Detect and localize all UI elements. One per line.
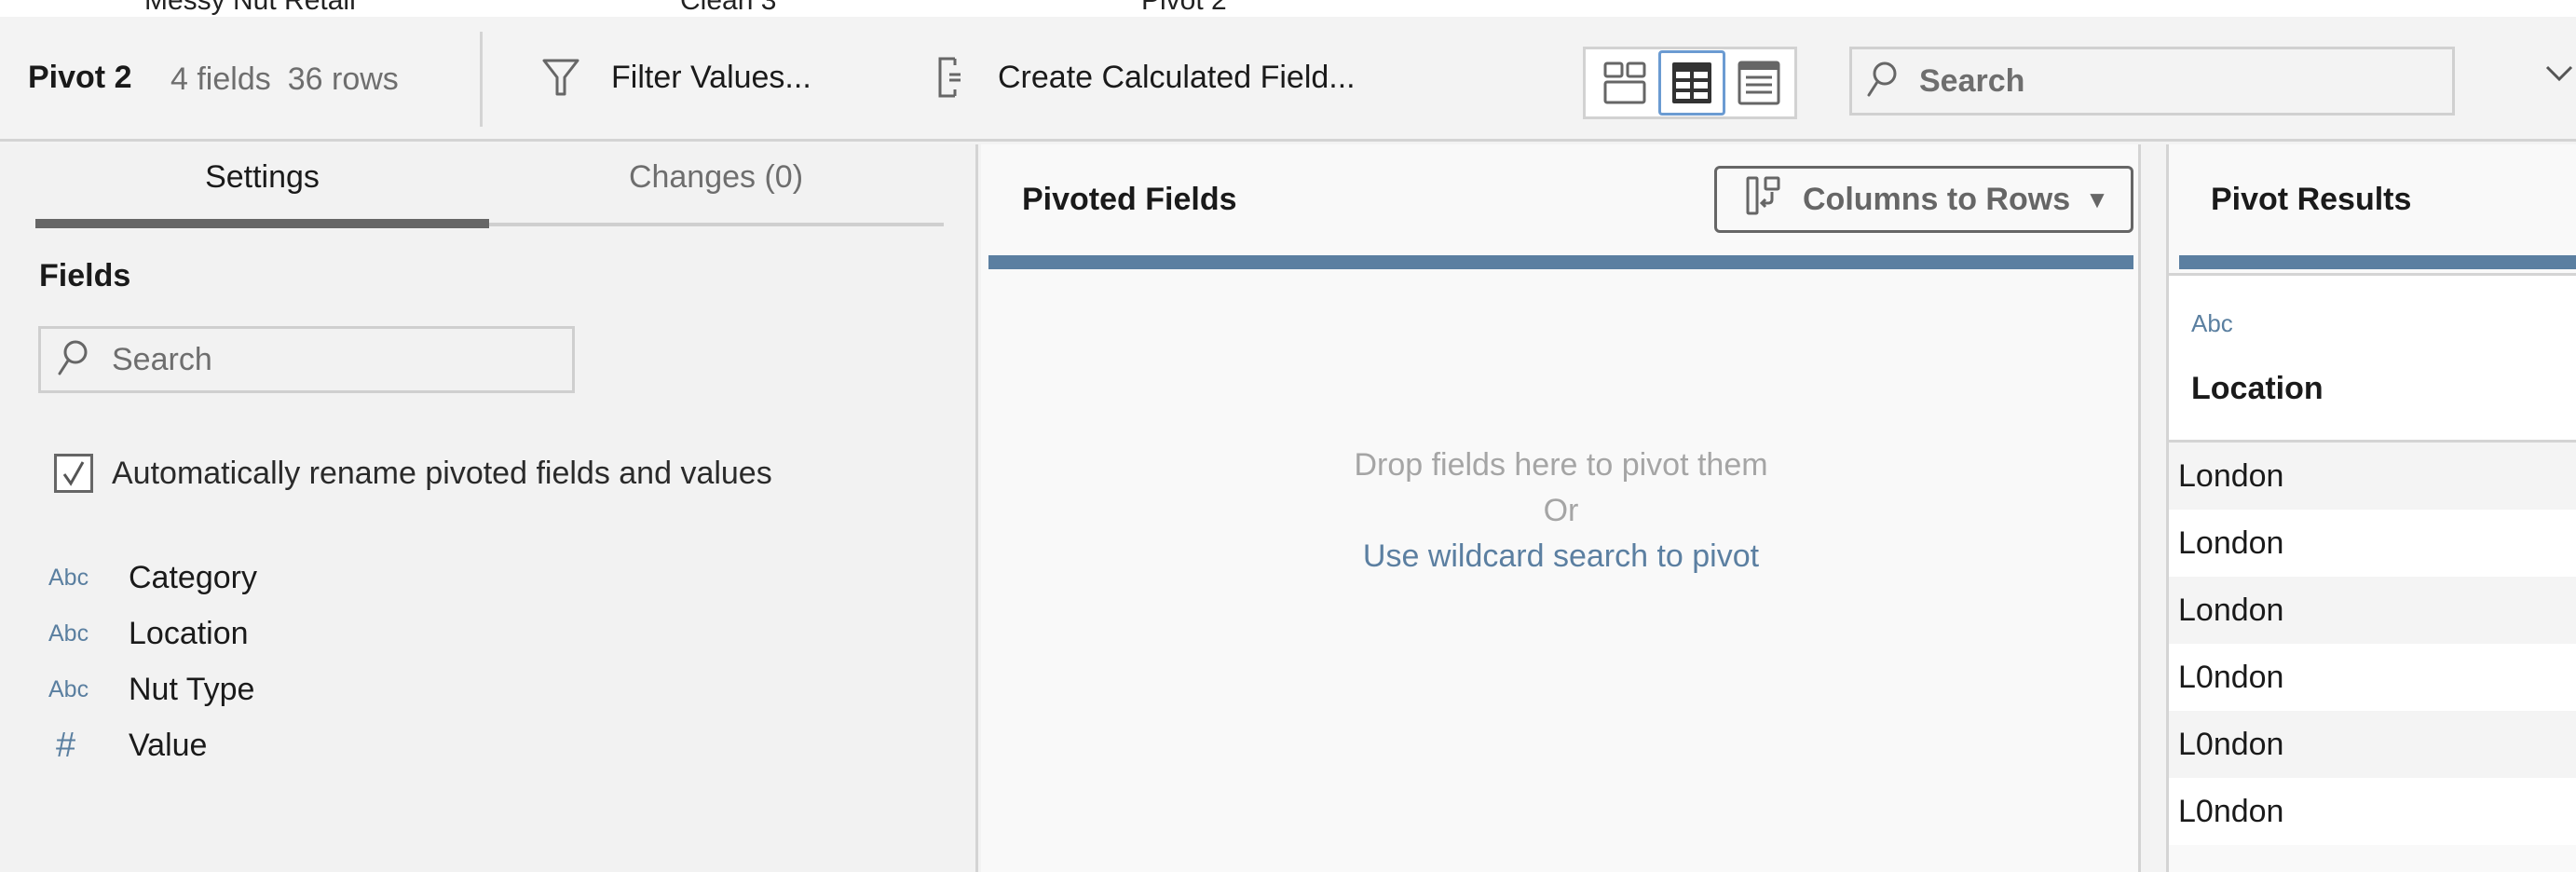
tab-active-indicator — [35, 219, 489, 228]
flow-canvas-strip: Messy Nut Retail Clean 3 Pivot 2 — [0, 0, 2576, 17]
columns-to-rows-icon — [1745, 175, 1782, 225]
pivot-results-panel: Pivot Results Abc Location London London… — [2166, 144, 2576, 872]
split-view-button[interactable] — [1591, 50, 1658, 116]
table-row[interactable]: London — [2169, 510, 2576, 577]
pivot-results-title: Pivot Results — [2211, 182, 2412, 217]
column-header[interactable]: Abc Location — [2169, 273, 2576, 443]
field-item[interactable]: Abc Category — [48, 550, 257, 606]
settings-panel: Settings Changes (0) Fields Automaticall… — [0, 144, 978, 872]
fields-heading: Fields — [39, 258, 131, 293]
table-view-icon — [1672, 62, 1711, 103]
checkmark-icon — [62, 461, 85, 486]
or-label: Or — [1543, 493, 1579, 528]
field-name: Location — [129, 615, 249, 651]
calculated-field-icon — [936, 56, 968, 99]
field-search[interactable] — [38, 326, 575, 393]
caret-down-icon: ▼ — [2085, 184, 2109, 213]
toolbar-search[interactable] — [1849, 47, 2455, 116]
field-count: 4 fields — [170, 61, 271, 97]
string-type-icon: Abc — [48, 675, 89, 702]
create-calculated-field-label: Create Calculated Field... — [998, 59, 1356, 95]
pivot-mode-label: Columns to Rows — [1803, 181, 2071, 217]
auto-rename-option[interactable]: Automatically rename pivoted fields and … — [54, 454, 772, 493]
search-icon — [1865, 61, 1899, 102]
list-view-button[interactable] — [1725, 50, 1792, 116]
filter-values-label: Filter Values... — [611, 59, 811, 95]
number-type-icon: # — [56, 725, 76, 765]
table-row[interactable]: London — [2169, 577, 2576, 644]
toolbar-search-input[interactable] — [1919, 62, 2441, 100]
string-type-icon: Abc — [48, 620, 89, 647]
filter-values-button[interactable]: Filter Values... — [540, 45, 811, 110]
collapse-chevron-icon[interactable] — [2545, 65, 2573, 87]
flow-node-label[interactable]: Messy Nut Retail — [144, 0, 356, 17]
auto-rename-label: Automatically rename pivoted fields and … — [112, 455, 772, 491]
string-type-icon: Abc — [48, 564, 89, 591]
table-row[interactable]: L0ndon — [2169, 778, 2576, 845]
field-name: Value — [129, 727, 208, 763]
field-search-input[interactable] — [112, 341, 559, 378]
string-type-icon: Abc — [2191, 309, 2233, 337]
field-item[interactable]: Abc Nut Type — [48, 661, 257, 717]
view-mode-toggle — [1583, 47, 1797, 119]
pivot-drop-zone[interactable]: Drop fields here to pivot them Or Use wi… — [981, 443, 2141, 579]
field-item[interactable]: # Value — [48, 717, 257, 773]
pivoted-fields-drop-bar — [988, 255, 2133, 269]
list-view-icon — [1738, 61, 1780, 105]
create-calculated-field-button[interactable]: Create Calculated Field... — [936, 45, 1356, 110]
row-count: 36 rows — [287, 61, 399, 97]
auto-rename-checkbox[interactable] — [54, 454, 93, 493]
pivot-mode-dropdown[interactable]: Columns to Rows ▼ — [1714, 166, 2133, 233]
flow-node-label[interactable]: Pivot 2 — [1141, 0, 1227, 17]
settings-tabs: Settings Changes (0) — [35, 144, 944, 228]
flow-node-label[interactable]: Clean 3 — [680, 0, 776, 17]
step-name: Pivot 2 — [28, 60, 132, 95]
results-rows: London London London L0ndon L0ndon L0ndo… — [2169, 443, 2576, 845]
filter-icon — [540, 57, 581, 98]
table-view-button[interactable] — [1658, 50, 1725, 116]
table-row[interactable]: London — [2169, 443, 2576, 510]
field-name: Category — [129, 559, 257, 595]
search-icon — [56, 339, 89, 381]
column-name: Location — [2191, 371, 2324, 406]
wildcard-search-link[interactable]: Use wildcard search to pivot — [981, 534, 2141, 579]
table-row[interactable]: L0ndon — [2169, 644, 2576, 711]
pivoted-fields-panel: Pivoted Fields Columns to Rows ▼ Drop fi… — [981, 144, 2141, 872]
drop-hint: Drop fields here to pivot them — [1354, 447, 1768, 483]
table-row[interactable]: L0ndon — [2169, 711, 2576, 778]
field-list: Abc Category Abc Location Abc Nut Type #… — [48, 550, 257, 773]
step-toolbar: Pivot 2 4 fields 36 rows Filter Values...… — [0, 17, 2576, 142]
tab-changes[interactable]: Changes (0) — [489, 159, 943, 196]
toolbar-divider — [480, 32, 483, 127]
pivoted-fields-title: Pivoted Fields — [1022, 182, 1237, 217]
field-item[interactable]: Abc Location — [48, 606, 257, 661]
split-view-icon — [1603, 61, 1646, 104]
field-name: Nut Type — [129, 671, 255, 707]
step-meta: 4 fields 36 rows — [170, 61, 399, 98]
pivot-results-bar — [2179, 255, 2576, 269]
tab-settings[interactable]: Settings — [35, 159, 489, 196]
